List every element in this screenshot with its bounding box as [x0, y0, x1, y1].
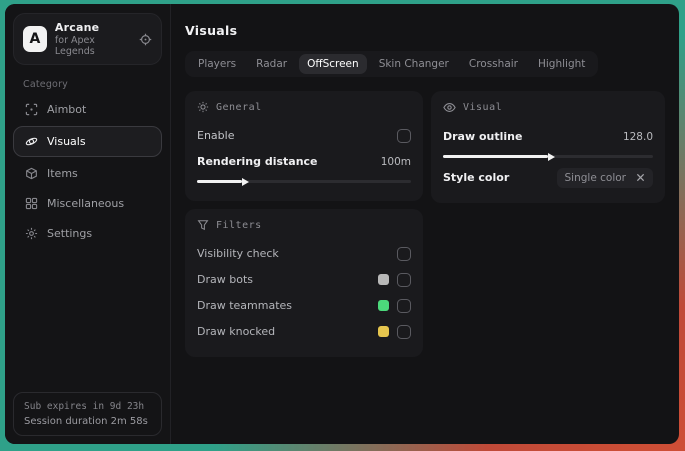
draw-outline-value: 128.0	[622, 130, 653, 143]
sidebar-item-items[interactable]: Items	[13, 160, 162, 187]
sidebar: A Arcane for Apex Legends Category Aimbo…	[5, 4, 171, 444]
panel-title: Filters	[216, 219, 262, 231]
style-color-selected-value: Single color	[564, 171, 626, 184]
rendering-distance-label: Rendering distance	[197, 155, 318, 168]
visibility-check-checkbox[interactable]	[397, 246, 411, 261]
draw-knocked-label: Draw knocked	[197, 325, 276, 338]
package-icon	[24, 167, 38, 180]
enable-label: Enable	[197, 129, 235, 142]
sidebar-item-label: Miscellaneous	[47, 197, 125, 210]
draw-outline-label: Draw outline	[443, 130, 523, 143]
draw-bots-checkbox[interactable]	[397, 272, 411, 287]
sidebar-item-settings[interactable]: Settings	[13, 220, 162, 247]
brand-card: A Arcane for Apex Legends	[13, 13, 162, 65]
slider-fill	[443, 155, 548, 158]
sun-icon	[197, 101, 209, 113]
sidebar-item-miscellaneous[interactable]: Miscellaneous	[13, 190, 162, 217]
general-panel: General Enable Rendering distance 100m	[185, 91, 423, 201]
tab-radar[interactable]: Radar	[248, 54, 295, 74]
app-logo: A	[23, 26, 47, 52]
visuals-icon	[24, 135, 38, 148]
draw-bots-color-swatch[interactable]	[378, 274, 389, 285]
app-subtitle: for Apex Legends	[54, 35, 95, 57]
visibility-check-label: Visibility check	[197, 247, 279, 260]
draw-outline-slider[interactable]	[443, 155, 653, 158]
sidebar-item-label: Items	[47, 167, 78, 180]
tab-players[interactable]: Players	[190, 54, 244, 74]
tab-crosshair[interactable]: Crosshair	[461, 54, 526, 74]
tab-highlight[interactable]: Highlight	[530, 54, 593, 74]
tab-skin-changer[interactable]: Skin Changer	[371, 54, 457, 74]
gear-icon	[24, 227, 38, 240]
subscription-info: Sub expires in 9d 23h Session duration 2…	[13, 392, 162, 436]
style-color-label: Style color	[443, 171, 510, 184]
tab-bar: Players Radar OffScreen Skin Changer Cro…	[185, 51, 599, 77]
page-title: Visuals	[185, 23, 238, 38]
grid-icon	[24, 197, 38, 210]
main-content: Visuals Players Radar OffScreen Skin Cha…	[171, 4, 679, 444]
rendering-distance-slider[interactable]	[197, 180, 411, 183]
eye-icon	[443, 101, 456, 114]
draw-knocked-color-swatch[interactable]	[378, 326, 389, 337]
session-duration-text: Session duration 2m 58s	[24, 416, 148, 427]
sub-expires-text: Sub expires in 9d 23h	[24, 401, 145, 412]
app-window: A Arcane for Apex Legends Category Aimbo…	[5, 4, 679, 444]
enable-checkbox[interactable]	[397, 128, 411, 143]
draw-knocked-checkbox[interactable]	[397, 324, 411, 339]
sidebar-item-label: Aimbot	[47, 103, 87, 116]
filters-panel: Filters Visibility check Draw bots Draw …	[185, 209, 423, 357]
sidebar-item-label: Visuals	[47, 135, 86, 148]
draw-bots-label: Draw bots	[197, 273, 253, 286]
category-label: Category	[23, 79, 68, 90]
panel-title: General	[216, 101, 262, 113]
draw-teammates-label: Draw teammates	[197, 299, 293, 312]
visual-panel: Visual Draw outline 128.0 Style color Si…	[431, 91, 665, 203]
slider-fill	[197, 180, 242, 183]
draw-teammates-checkbox[interactable]	[397, 298, 411, 313]
crosshair-icon	[24, 103, 38, 116]
style-color-select[interactable]: Single color	[556, 167, 653, 188]
tab-offscreen[interactable]: OffScreen	[299, 54, 367, 74]
sidebar-nav: Aimbot Visuals Items Miscellaneous Setti…	[5, 96, 170, 250]
funnel-icon	[197, 219, 209, 231]
sidebar-item-aimbot[interactable]: Aimbot	[13, 96, 162, 123]
sidebar-item-visuals[interactable]: Visuals	[13, 126, 162, 157]
target-icon[interactable]	[139, 33, 152, 46]
draw-teammates-color-swatch[interactable]	[378, 300, 389, 311]
panel-title: Visual	[463, 102, 503, 113]
sidebar-item-label: Settings	[47, 227, 93, 240]
clear-icon[interactable]	[636, 173, 645, 182]
rendering-distance-value: 100m	[380, 155, 411, 168]
app-title: Arcane	[54, 21, 100, 34]
